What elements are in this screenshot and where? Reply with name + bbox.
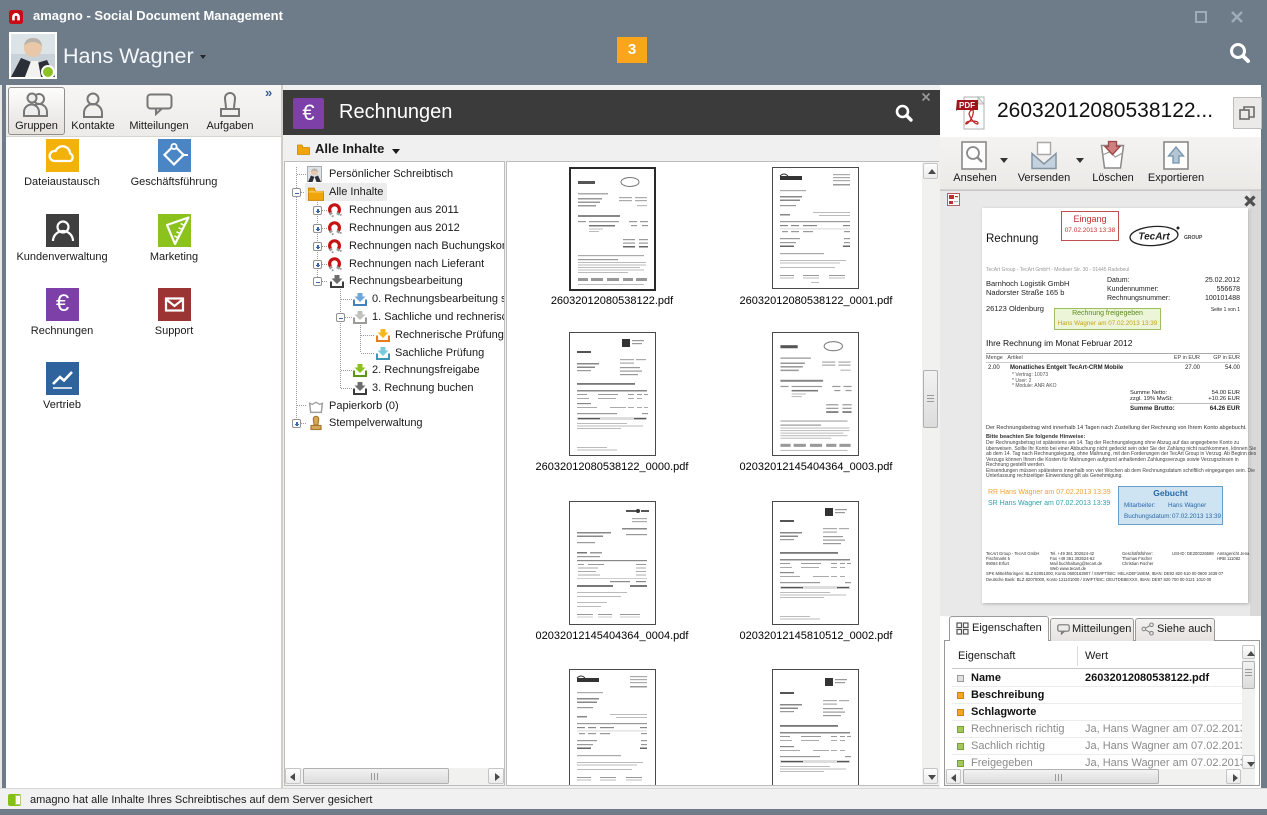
svg-text:GROUP: GROUP bbox=[1184, 235, 1203, 241]
svg-text:TecArt: TecArt bbox=[1138, 232, 1170, 243]
svg-text:PDF: PDF bbox=[959, 101, 975, 110]
